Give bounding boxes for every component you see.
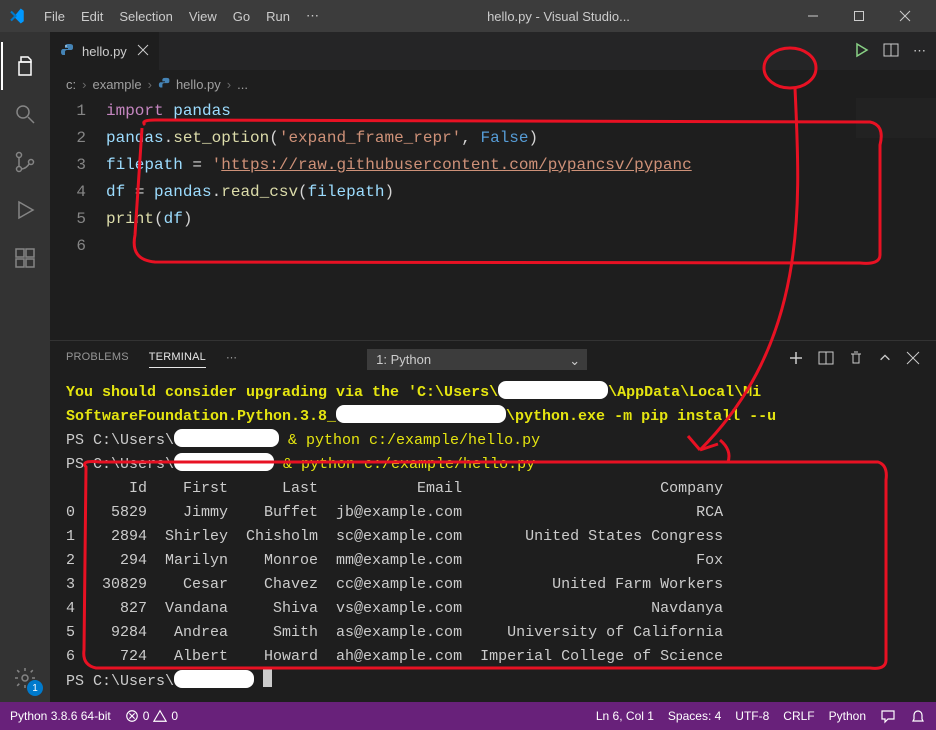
- close-window-button[interactable]: [882, 0, 928, 32]
- status-encoding[interactable]: UTF-8: [735, 709, 769, 723]
- chevron-down-icon: ⌄: [569, 353, 580, 369]
- code-line[interactable]: 6: [50, 233, 936, 260]
- status-language[interactable]: Python: [829, 709, 866, 723]
- table-row: 4 827 Vandana Shiva vs@example.com Navda…: [66, 597, 920, 621]
- line-number: 3: [50, 152, 106, 179]
- terminal-selector[interactable]: 1: Python ⌄: [367, 349, 587, 370]
- python-file-icon: [158, 77, 172, 91]
- code-line[interactable]: 5print(df): [50, 206, 936, 233]
- menu-selection[interactable]: Selection: [111, 9, 180, 24]
- editor-area: hello.py ⋯ c: › example › hello.py › ...…: [50, 32, 936, 702]
- titlebar: File Edit Selection View Go Run ⋯ hello.…: [0, 0, 936, 32]
- table-row: 2 294 Marilyn Monroe mm@example.com Fox: [66, 549, 920, 573]
- status-python-version[interactable]: Python 3.8.6 64-bit: [10, 709, 111, 723]
- menu-more-icon[interactable]: ⋯: [298, 8, 327, 24]
- chevron-right-icon: ›: [80, 77, 88, 92]
- menu-file[interactable]: File: [36, 9, 73, 24]
- table-row: 6 724 Albert Howard ah@example.com Imper…: [66, 645, 920, 669]
- activitybar: 1: [0, 32, 50, 702]
- feedback-icon[interactable]: [880, 708, 896, 724]
- breadcrumb-part[interactable]: example: [92, 77, 141, 92]
- trash-icon[interactable]: [848, 350, 864, 369]
- close-tab-icon[interactable]: [137, 44, 149, 59]
- terminal-cursor: [263, 669, 272, 687]
- new-terminal-icon[interactable]: [788, 350, 804, 369]
- close-panel-icon[interactable]: [906, 351, 920, 368]
- panel-tab-terminal[interactable]: TERMINAL: [149, 351, 206, 368]
- breadcrumb-part[interactable]: c:: [66, 77, 76, 92]
- minimap[interactable]: [856, 98, 936, 138]
- code-line[interactable]: 3filepath = 'https://raw.githubuserconte…: [50, 152, 936, 179]
- settings-gear-icon[interactable]: 1: [1, 654, 49, 702]
- panel-tabs: PROBLEMS TERMINAL ⋯ 1: Python ⌄: [50, 341, 936, 377]
- search-icon[interactable]: [1, 90, 49, 138]
- run-debug-icon[interactable]: [1, 186, 49, 234]
- tab-hello-py[interactable]: hello.py: [50, 32, 160, 70]
- status-spaces[interactable]: Spaces: 4: [668, 709, 721, 723]
- python-file-icon: [60, 43, 76, 59]
- table-header: Id First Last Email Company: [66, 477, 920, 501]
- breadcrumbs[interactable]: c: › example › hello.py › ...: [50, 70, 936, 98]
- status-eol[interactable]: CRLF: [783, 709, 814, 723]
- bell-icon[interactable]: [910, 708, 926, 724]
- maximize-button[interactable]: [836, 0, 882, 32]
- split-terminal-icon[interactable]: [818, 350, 834, 369]
- tab-label: hello.py: [82, 44, 127, 59]
- breadcrumb-part[interactable]: hello.py: [176, 77, 221, 92]
- window-title: hello.py - Visual Studio...: [327, 9, 790, 24]
- menu-run[interactable]: Run: [258, 9, 298, 24]
- tabs: hello.py ⋯: [50, 32, 936, 70]
- line-number: 5: [50, 206, 106, 233]
- run-file-button[interactable]: [853, 42, 869, 61]
- table-row: 3 30829 Cesar Chavez cc@example.com Unit…: [66, 573, 920, 597]
- panel-tab-more-icon[interactable]: ⋯: [226, 351, 237, 368]
- explorer-icon[interactable]: [1, 42, 49, 90]
- chevron-right-icon: ›: [225, 77, 233, 92]
- status-problems[interactable]: 0 0: [125, 709, 178, 723]
- settings-badge: 1: [27, 680, 43, 696]
- code-line[interactable]: 1import pandas: [50, 98, 936, 125]
- code-line[interactable]: 4df = pandas.read_csv(filepath): [50, 179, 936, 206]
- code-editor[interactable]: 1import pandas2pandas.set_option('expand…: [50, 98, 936, 340]
- extensions-icon[interactable]: [1, 234, 49, 282]
- breadcrumb-part[interactable]: ...: [237, 77, 248, 92]
- menu-view[interactable]: View: [181, 9, 225, 24]
- vscode-logo-icon: [8, 7, 26, 25]
- panel-tab-problems[interactable]: PROBLEMS: [66, 351, 129, 367]
- main-area: 1 hello.py ⋯ c: › example › hello.py ›: [0, 32, 936, 702]
- table-row: 5 9284 Andrea Smith as@example.com Unive…: [66, 621, 920, 645]
- minimize-button[interactable]: [790, 0, 836, 32]
- split-editor-icon[interactable]: [883, 42, 899, 61]
- line-number: 2: [50, 125, 106, 152]
- line-number: 1: [50, 98, 106, 125]
- chevron-right-icon: ›: [146, 77, 154, 92]
- table-row: 0 5829 Jimmy Buffet jb@example.com RCA: [66, 501, 920, 525]
- menu-edit[interactable]: Edit: [73, 9, 111, 24]
- maximize-panel-icon[interactable]: [878, 351, 892, 368]
- status-ln-col[interactable]: Ln 6, Col 1: [596, 709, 654, 723]
- terminal-output[interactable]: You should consider upgrading via the 'C…: [50, 377, 936, 702]
- editor-more-icon[interactable]: ⋯: [913, 43, 926, 59]
- table-row: 1 2894 Shirley Chisholm sc@example.com U…: [66, 525, 920, 549]
- menu-go[interactable]: Go: [225, 9, 258, 24]
- line-number: 6: [50, 233, 106, 260]
- line-number: 4: [50, 179, 106, 206]
- bottom-panel: PROBLEMS TERMINAL ⋯ 1: Python ⌄ You shou…: [50, 340, 936, 702]
- code-line[interactable]: 2pandas.set_option('expand_frame_repr', …: [50, 125, 936, 152]
- statusbar: Python 3.8.6 64-bit 0 0 Ln 6, Col 1 Spac…: [0, 702, 936, 730]
- source-control-icon[interactable]: [1, 138, 49, 186]
